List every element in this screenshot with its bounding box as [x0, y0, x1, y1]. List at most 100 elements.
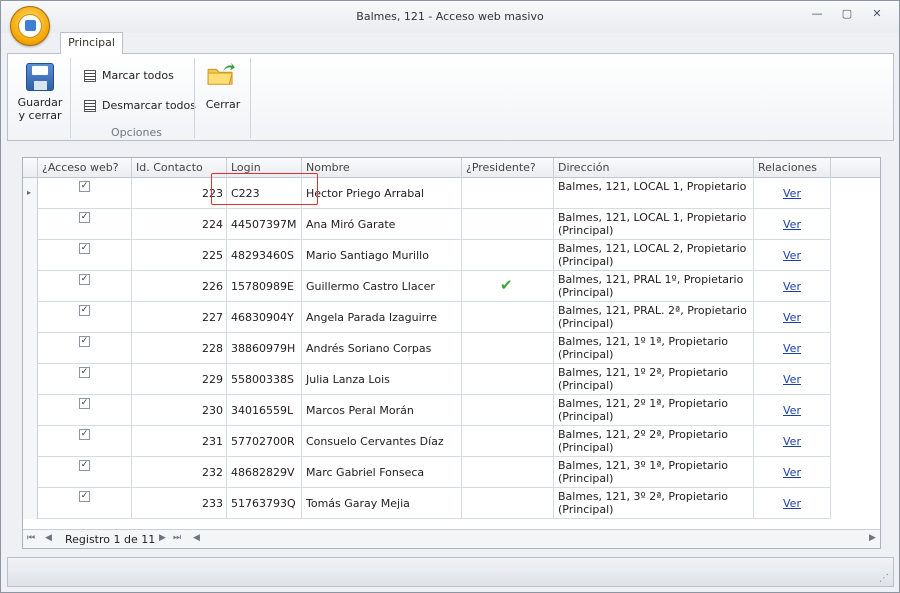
relaciones-link[interactable]: Ver: [754, 271, 831, 302]
row-indicator[interactable]: [23, 488, 38, 519]
table-row[interactable]: ✓ 232 48682829V Marc Gabriel Fonseca Balmes,…: [23, 457, 831, 488]
acceso-checkbox[interactable]: ✓: [79, 429, 90, 440]
acceso-checkbox[interactable]: ✓: [79, 305, 90, 316]
maximize-button[interactable]: ▢: [838, 7, 856, 21]
cell-login[interactable]: 57702700R: [227, 426, 302, 457]
header-acceso[interactable]: ¿Acceso web?: [38, 158, 132, 178]
cell-acceso[interactable]: ✓: [38, 271, 132, 302]
cell-acceso[interactable]: ✓: [38, 333, 132, 364]
cell-acceso[interactable]: ✓: [38, 457, 132, 488]
cell-id[interactable]: 229: [132, 364, 227, 395]
cell-presidente[interactable]: [462, 209, 554, 240]
close-window-button[interactable]: ✕: [868, 7, 886, 21]
cell-id[interactable]: 231: [132, 426, 227, 457]
cell-acceso[interactable]: ✓: [38, 364, 132, 395]
cell-id[interactable]: 233: [132, 488, 227, 519]
table-row[interactable]: ✓ 228 38860979H Andrés Soriano Corpas Balmes…: [23, 333, 831, 364]
row-indicator[interactable]: [23, 302, 38, 333]
deselect-all-button[interactable]: Desmarcar todos: [84, 99, 196, 112]
acceso-checkbox[interactable]: ✓: [79, 367, 90, 378]
cell-direccion[interactable]: Balmes, 121, PRAL 1º, Propietario (Princi…: [554, 271, 754, 302]
scroll-right-icon[interactable]: ▶: [869, 533, 876, 543]
tab-principal[interactable]: Principal: [60, 32, 123, 54]
cell-nombre[interactable]: Tomás Garay Mejia: [302, 488, 462, 519]
relaciones-link[interactable]: Ver: [754, 302, 831, 333]
close-button[interactable]: Cerrar: [198, 56, 248, 136]
cell-id[interactable]: 225: [132, 240, 227, 271]
cell-direccion[interactable]: Balmes, 121, 3º 2ª, Propietario (Principa…: [554, 488, 754, 519]
header-login[interactable]: Login: [227, 158, 302, 178]
cell-login[interactable]: 46830904Y: [227, 302, 302, 333]
relaciones-link[interactable]: Ver: [754, 364, 831, 395]
acceso-checkbox[interactable]: ✓: [79, 181, 90, 192]
cell-login[interactable]: 38860979H: [227, 333, 302, 364]
header-nombre[interactable]: Nombre: [302, 158, 462, 178]
app-menu-icon[interactable]: [10, 6, 50, 46]
row-indicator[interactable]: [23, 271, 38, 302]
cell-id[interactable]: 227: [132, 302, 227, 333]
header-presidente[interactable]: ¿Presidente?: [462, 158, 554, 178]
save-close-button[interactable]: Guardar y cerrar: [12, 56, 68, 136]
cell-presidente[interactable]: [462, 488, 554, 519]
cell-direccion[interactable]: Balmes, 121, LOCAL 1, Propietario (Princi…: [554, 209, 754, 240]
cell-nombre[interactable]: Guillermo Castro Llacer: [302, 271, 462, 302]
cell-direccion[interactable]: Balmes, 121, 1º 2ª, Propietario (Principa…: [554, 364, 754, 395]
table-row[interactable]: ✓ 225 48293460S Mario Santiago Murillo Balme…: [23, 240, 831, 271]
scroll-left-icon[interactable]: ◀: [193, 533, 200, 543]
row-indicator[interactable]: ▸: [23, 178, 38, 209]
table-row[interactable]: ✓ 233 51763793Q Tomás Garay Mejia Balmes, 12…: [23, 488, 831, 519]
relaciones-link[interactable]: Ver: [754, 426, 831, 457]
acceso-checkbox[interactable]: ✓: [79, 243, 90, 254]
row-indicator[interactable]: [23, 333, 38, 364]
cell-acceso[interactable]: ✓: [38, 302, 132, 333]
cell-login[interactable]: 55800338S: [227, 364, 302, 395]
select-all-button[interactable]: Marcar todos: [84, 69, 174, 82]
cell-login[interactable]: C223: [227, 178, 302, 209]
cell-direccion[interactable]: Balmes, 121, LOCAL 1, Propietario: [554, 178, 754, 209]
table-row[interactable]: ✓ 231 57702700R Consuelo Cervantes Díaz Balm…: [23, 426, 831, 457]
cell-direccion[interactable]: Balmes, 121, LOCAL 2, Propietario (Princi…: [554, 240, 754, 271]
cell-nombre[interactable]: Andrés Soriano Corpas: [302, 333, 462, 364]
table-row[interactable]: ▸ ✓ 223 C223 Hector Priego Arrabal Balmes, 12…: [23, 178, 831, 209]
cell-presidente[interactable]: [462, 302, 554, 333]
cell-login[interactable]: 34016559L: [227, 395, 302, 426]
acceso-checkbox[interactable]: ✓: [79, 491, 90, 502]
minimize-button[interactable]: —: [808, 7, 826, 21]
first-record-icon[interactable]: ⏮: [27, 533, 35, 543]
cell-login[interactable]: 48293460S: [227, 240, 302, 271]
cell-id[interactable]: 230: [132, 395, 227, 426]
relaciones-link[interactable]: Ver: [754, 333, 831, 364]
row-indicator[interactable]: [23, 457, 38, 488]
table-row[interactable]: ✓ 224 44507397M Ana Miró Garate Balmes, 121,…: [23, 209, 831, 240]
cell-acceso[interactable]: ✓: [38, 240, 132, 271]
cell-nombre[interactable]: Consuelo Cervantes Díaz: [302, 426, 462, 457]
cell-nombre[interactable]: Mario Santiago Murillo: [302, 240, 462, 271]
header-id[interactable]: Id. Contacto: [132, 158, 227, 178]
row-indicator[interactable]: [23, 364, 38, 395]
acceso-checkbox[interactable]: ✓: [79, 398, 90, 409]
row-indicator[interactable]: [23, 395, 38, 426]
cell-presidente[interactable]: [462, 333, 554, 364]
cell-direccion[interactable]: Balmes, 121, 2º 2ª, Propietario (Principa…: [554, 426, 754, 457]
cell-presidente[interactable]: [462, 426, 554, 457]
cell-acceso[interactable]: ✓: [38, 395, 132, 426]
acceso-checkbox[interactable]: ✓: [79, 336, 90, 347]
acceso-checkbox[interactable]: ✓: [79, 212, 90, 223]
relaciones-link[interactable]: Ver: [754, 457, 831, 488]
row-indicator[interactable]: [23, 240, 38, 271]
resize-grip-icon[interactable]: ⋰: [879, 573, 889, 584]
header-relaciones[interactable]: Relaciones: [754, 158, 831, 178]
cell-presidente[interactable]: [462, 395, 554, 426]
cell-direccion[interactable]: Balmes, 121, PRAL. 2ª, Propietario (Princ…: [554, 302, 754, 333]
relaciones-link[interactable]: Ver: [754, 488, 831, 519]
cell-acceso[interactable]: ✓: [38, 209, 132, 240]
cell-nombre[interactable]: Ana Miró Garate: [302, 209, 462, 240]
last-record-icon[interactable]: ⏭: [173, 533, 181, 543]
cell-login[interactable]: 51763793Q: [227, 488, 302, 519]
acceso-checkbox[interactable]: ✓: [79, 460, 90, 471]
next-record-icon[interactable]: ▶: [159, 533, 166, 543]
relaciones-link[interactable]: Ver: [754, 240, 831, 271]
cell-acceso[interactable]: ✓: [38, 488, 132, 519]
cell-direccion[interactable]: Balmes, 121, 3º 1ª, Propietario (Principa…: [554, 457, 754, 488]
cell-id[interactable]: 223: [132, 178, 227, 209]
